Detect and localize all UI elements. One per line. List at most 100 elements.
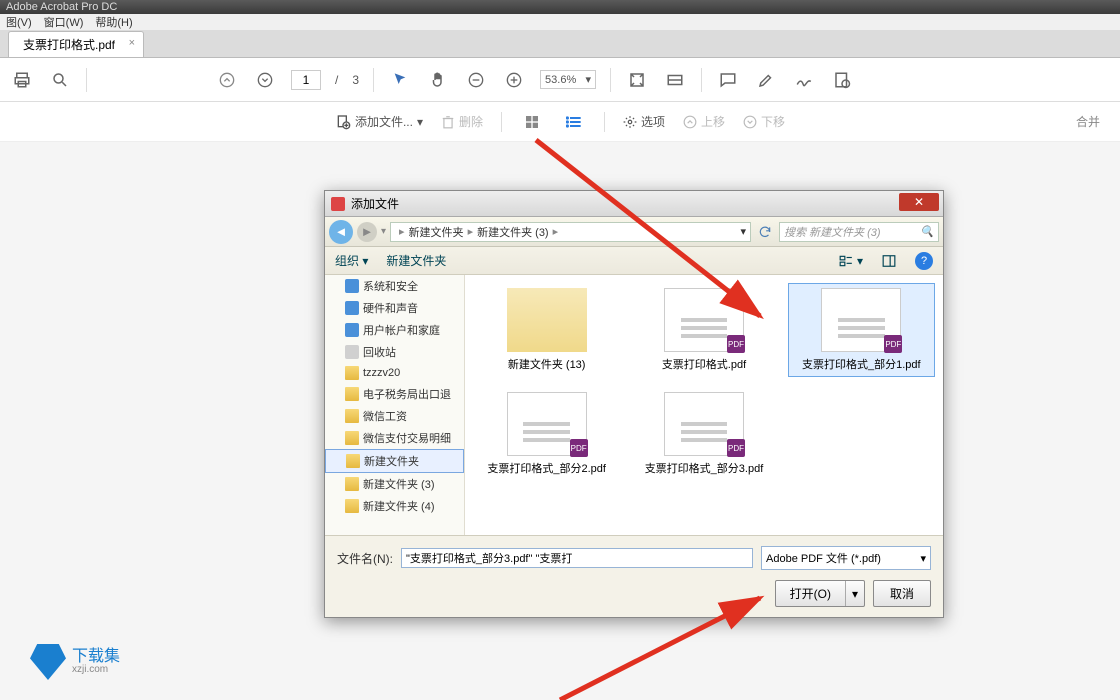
page-down-icon[interactable] <box>253 68 277 92</box>
view-mode-button[interactable]: ▾ <box>837 254 863 268</box>
zoom-in-icon[interactable] <box>502 68 526 92</box>
page-up-icon[interactable] <box>215 68 239 92</box>
move-down-label: 下移 <box>761 113 785 130</box>
menu-window[interactable]: 窗口(W) <box>44 14 84 30</box>
page-number-input[interactable] <box>291 70 321 90</box>
close-tab-icon[interactable]: × <box>129 37 135 49</box>
delete-label: 删除 <box>459 113 483 130</box>
zoom-tool-icon[interactable] <box>48 68 72 92</box>
file-item[interactable]: PDF支票打印格式_部分3.pdf <box>630 387 777 481</box>
dialog-footer: 文件名(N): Adobe PDF 文件 (*.pdf) ▾ 打开(O) ▾ 取… <box>325 535 943 617</box>
tree-item[interactable]: 用户帐户和家庭 <box>325 319 464 341</box>
folder-icon <box>345 366 359 380</box>
folder-icon <box>346 454 360 468</box>
chevron-down-icon[interactable]: ▾ <box>381 226 386 237</box>
separator <box>86 68 87 92</box>
thumbnail-view-icon[interactable] <box>520 110 544 134</box>
tree-item[interactable]: 电子税务局出口退 <box>325 383 464 405</box>
merge-label: 合并 <box>1076 115 1100 129</box>
watermark-brand: 下载集 <box>72 648 120 665</box>
tree-item[interactable]: 新建文件夹 <box>325 449 464 473</box>
stamp-icon[interactable] <box>830 68 854 92</box>
chevron-down-icon[interactable]: ▾ <box>740 225 746 238</box>
tree-item[interactable]: 微信支付交易明细 <box>325 427 464 449</box>
folder-icon <box>345 499 359 513</box>
menu-view[interactable]: 图(V) <box>6 14 32 30</box>
breadcrumb-item[interactable]: 新建文件夹 <box>409 224 464 240</box>
dialog-body: 系统和安全硬件和声音用户帐户和家庭回收站 tzzzv20 电子税务局出口退微信工资微… <box>325 275 943 535</box>
dialog-titlebar[interactable]: 添加文件 ✕ <box>325 191 943 217</box>
options-button[interactable]: 选项 <box>623 113 665 130</box>
search-input[interactable]: 搜索 新建文件夹 (3) 🔍 <box>779 222 939 242</box>
watermark-url: xzji.com <box>72 665 120 675</box>
tree-item[interactable]: 微信工资 <box>325 405 464 427</box>
comment-icon[interactable] <box>716 68 740 92</box>
dialog-title: 添加文件 <box>351 195 399 212</box>
folder-icon <box>345 431 359 445</box>
separator <box>501 112 502 132</box>
hand-tool-icon[interactable] <box>426 68 450 92</box>
file-list[interactable]: 新建文件夹 (13)PDF支票打印格式.pdfPDF支票打印格式_部分1.pdf… <box>465 275 943 535</box>
menubar: 图(V) 窗口(W) 帮助(H) <box>0 14 1120 30</box>
filetype-value: Adobe PDF 文件 (*.pdf) <box>766 550 881 566</box>
dialog-navbar: ◄ ► ▾ ▸ 新建文件夹 ▸ 新建文件夹 (3) ▸ ▾ 搜索 新建文件夹 (… <box>325 217 943 247</box>
pdf-thumb-icon: PDF <box>821 288 901 352</box>
chevron-down-icon: ▾ <box>857 254 863 268</box>
merge-button[interactable]: 合并 <box>1076 113 1100 130</box>
breadcrumb-item[interactable]: 新建文件夹 (3) <box>477 224 549 240</box>
file-item[interactable]: PDF支票打印格式.pdf <box>630 283 777 377</box>
help-button[interactable]: ? <box>915 252 933 270</box>
breadcrumb[interactable]: ▸ 新建文件夹 ▸ 新建文件夹 (3) ▸ ▾ <box>390 222 751 242</box>
tree-item[interactable]: 新建文件夹 (3) <box>325 473 464 495</box>
pdf-badge-icon: PDF <box>727 335 745 353</box>
select-tool-icon[interactable] <box>388 68 412 92</box>
file-item[interactable]: PDF支票打印格式_部分1.pdf <box>788 283 935 377</box>
folder-tree[interactable]: 系统和安全硬件和声音用户帐户和家庭回收站 tzzzv20 电子税务局出口退微信工资微… <box>325 275 465 535</box>
new-folder-button[interactable]: 新建文件夹 <box>386 252 446 269</box>
pdf-thumb-icon: PDF <box>664 288 744 352</box>
combine-toolbar: 添加文件... ▾ 删除 选项 上移 下移 合并 <box>0 102 1120 142</box>
file-item[interactable]: 新建文件夹 (13) <box>473 283 620 377</box>
highlight-icon[interactable] <box>754 68 778 92</box>
zoom-out-icon[interactable] <box>464 68 488 92</box>
organize-button[interactable]: 组织 ▾ <box>335 252 368 269</box>
filename-input[interactable] <box>401 548 753 568</box>
tree-item[interactable]: 系统和安全 <box>325 275 464 297</box>
bin-icon <box>345 345 359 359</box>
print-icon[interactable] <box>10 68 34 92</box>
open-button[interactable]: 打开(O) ▾ <box>775 580 865 607</box>
sign-icon[interactable] <box>792 68 816 92</box>
move-down-button[interactable]: 下移 <box>743 113 785 130</box>
chevron-down-icon[interactable]: ▾ <box>846 583 864 605</box>
tree-item[interactable]: tzzzv20 <box>325 363 464 383</box>
cp-icon <box>345 279 359 293</box>
file-item[interactable]: PDF支票打印格式_部分2.pdf <box>473 387 620 481</box>
fit-page-icon[interactable] <box>625 68 649 92</box>
move-up-button[interactable]: 上移 <box>683 113 725 130</box>
forward-button[interactable]: ► <box>357 222 377 242</box>
file-name: 支票打印格式_部分3.pdf <box>645 460 764 476</box>
tree-item[interactable]: 新建文件夹 (4) <box>325 495 464 517</box>
tree-item[interactable]: 回收站 <box>325 341 464 363</box>
preview-pane-button[interactable] <box>881 254 897 268</box>
back-button[interactable]: ◄ <box>329 220 353 244</box>
tree-item-label: 电子税务局出口退 <box>363 386 451 402</box>
delete-button[interactable]: 删除 <box>441 113 483 130</box>
folder-thumb-icon <box>507 288 587 352</box>
cancel-button[interactable]: 取消 <box>873 580 931 607</box>
fit-width-icon[interactable] <box>663 68 687 92</box>
tabstrip: 支票打印格式.pdf × <box>0 30 1120 58</box>
tree-item-label: 回收站 <box>363 344 396 360</box>
zoom-level-select[interactable]: 53.6% ▾ <box>540 70 596 89</box>
tree-item[interactable]: 硬件和声音 <box>325 297 464 319</box>
tree-item-label: 硬件和声音 <box>363 300 418 316</box>
close-dialog-button[interactable]: ✕ <box>899 193 939 211</box>
menu-help[interactable]: 帮助(H) <box>95 14 132 30</box>
list-view-icon[interactable] <box>562 110 586 134</box>
add-files-button[interactable]: 添加文件... ▾ <box>335 113 423 130</box>
document-tab[interactable]: 支票打印格式.pdf × <box>8 31 144 57</box>
titlebar: Adobe Acrobat Pro DC <box>0 0 1120 14</box>
chevron-down-icon: ▾ <box>417 115 423 129</box>
refresh-button[interactable] <box>755 222 775 242</box>
filetype-select[interactable]: Adobe PDF 文件 (*.pdf) ▾ <box>761 546 931 570</box>
